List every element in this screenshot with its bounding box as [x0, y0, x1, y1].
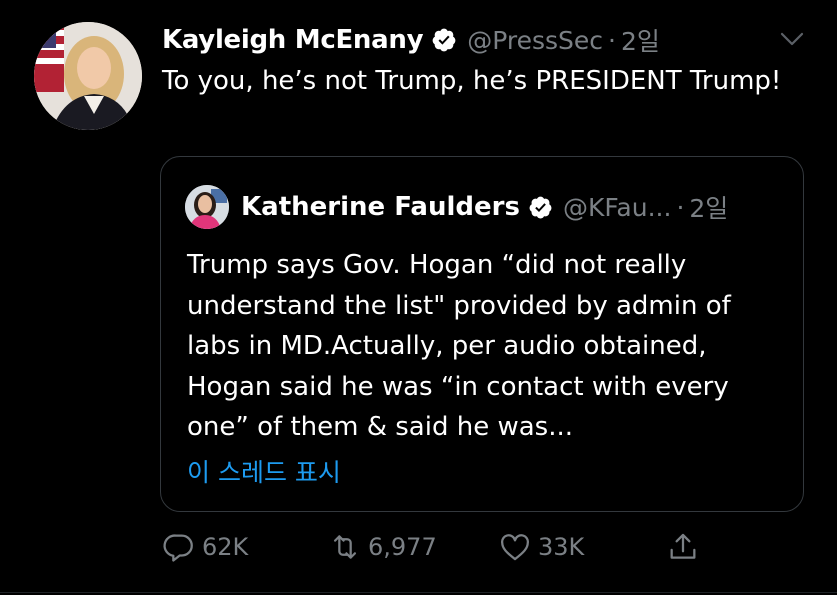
share-button[interactable]	[666, 524, 706, 570]
author-handle[interactable]: @PressSec	[467, 26, 603, 55]
quoted-tweet-text: Trump says Gov. Hogan “did not really un…	[187, 250, 731, 442]
tweet-text: To you, he’s not Trump, he’s PRESIDENT T…	[162, 66, 782, 96]
divider	[0, 592, 837, 593]
share-icon	[670, 533, 696, 559]
quoted-author-handle: @KFau...	[562, 192, 672, 222]
tweet-header: Kayleigh McEnany @PressSec · 2일	[162, 20, 660, 60]
quoted-tweet-timestamp: 2일	[689, 194, 729, 223]
reply-count: 62K	[202, 533, 249, 561]
author-avatar[interactable]	[34, 22, 142, 130]
quoted-author-avatar	[185, 185, 229, 229]
tweet-actions: 62K 6,977 33K	[162, 524, 722, 570]
verified-badge-icon	[528, 195, 553, 220]
like-button[interactable]: 33K	[498, 524, 584, 570]
reply-button[interactable]: 62K	[162, 524, 248, 570]
tweet[interactable]: Kayleigh McEnany @PressSec · 2일 To you, …	[0, 0, 837, 595]
separator-dot: ·	[676, 192, 685, 222]
chevron-down-icon[interactable]	[777, 24, 807, 54]
quoted-tweet-header: Katherine Faulders @KFau... · 2일	[185, 185, 728, 229]
quoted-author-avatar-image	[185, 185, 229, 229]
tweet-timestamp[interactable]: 2일	[621, 22, 660, 58]
verified-badge-icon	[431, 27, 457, 53]
reply-icon	[163, 534, 193, 562]
like-icon	[501, 534, 529, 561]
quoted-author-name: Katherine Faulders	[241, 192, 520, 222]
show-thread-link[interactable]: 이 스레드 표시	[187, 453, 341, 489]
retweet-button[interactable]: 6,977	[328, 524, 437, 570]
retweet-count: 6,977	[368, 533, 437, 561]
retweet-icon	[333, 535, 357, 559]
quoted-tweet[interactable]: Katherine Faulders @KFau... · 2일 Trump s…	[160, 156, 804, 512]
author-name[interactable]: Kayleigh McEnany	[162, 25, 424, 55]
like-count: 33K	[538, 533, 585, 561]
separator-dot: ·	[608, 25, 616, 55]
author-avatar-image	[34, 22, 142, 130]
